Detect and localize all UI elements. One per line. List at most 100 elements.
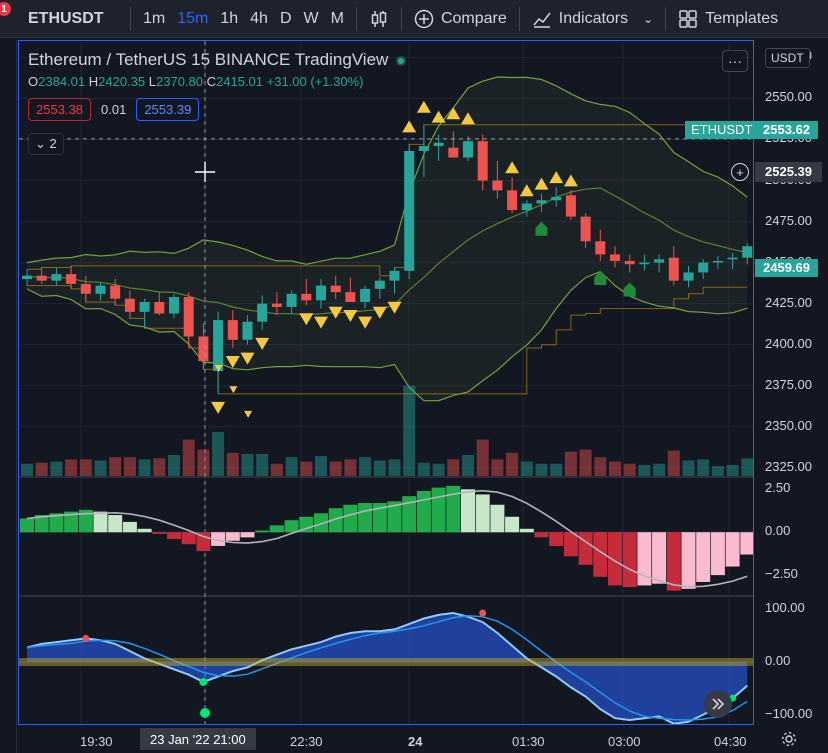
oscillator-tick: 2.50	[765, 480, 791, 496]
volume-bar	[432, 463, 445, 476]
candle-body	[580, 216, 591, 242]
candle-body	[727, 257, 738, 260]
volume-bar	[564, 451, 577, 476]
candle-body	[551, 196, 562, 201]
sell-button[interactable]: 2553.38	[28, 98, 91, 121]
price-tick: 2375.00	[765, 376, 812, 392]
buy-dot	[199, 677, 208, 686]
histogram-bar	[534, 532, 549, 538]
interval-M[interactable]: M	[325, 10, 350, 28]
change-value: +31.00 (+1.30%)	[266, 74, 364, 89]
gear-icon[interactable]	[780, 730, 798, 748]
templates-button[interactable]: Templates	[666, 0, 790, 37]
currency-button[interactable]: USDT	[765, 48, 810, 68]
crosshair-time-tag: 23 Jan '22 21:00	[140, 728, 256, 750]
wavetrend-tick: 100.00	[765, 599, 805, 615]
crosshair-cursor-icon	[195, 162, 215, 182]
candle-body	[169, 297, 179, 314]
alert-badge: 1	[0, 2, 11, 16]
volume-bar	[197, 449, 210, 476]
volume-bar	[403, 385, 416, 476]
candle-body	[345, 292, 356, 302]
volume-bar	[447, 459, 460, 476]
volume-bar	[388, 459, 401, 476]
buy-dot	[200, 708, 210, 718]
volume-bar	[579, 449, 592, 476]
add-alert-icon[interactable]: +	[731, 163, 749, 181]
volume-bar	[21, 463, 33, 476]
chevrons-right-icon[interactable]	[704, 690, 732, 718]
interval-4h[interactable]: 4h	[244, 10, 274, 28]
candle-body	[610, 254, 620, 261]
price-tick: 2425.00	[765, 294, 812, 310]
bollinger-band-fill	[27, 77, 748, 401]
candle-body	[183, 297, 194, 337]
plus-circle-icon	[414, 9, 434, 29]
cross-dot	[82, 634, 90, 642]
volume-bar	[79, 459, 92, 476]
price-tick: 2350.00	[765, 417, 812, 433]
chart-legend: Ethereum / TetherUS 15 BINANCE TradingVi…	[28, 50, 407, 70]
interval-1h[interactable]: 1h	[214, 10, 244, 28]
candle-body	[198, 336, 209, 362]
candle-body	[433, 142, 444, 147]
volume-bar	[520, 461, 533, 476]
histogram-bar	[490, 504, 505, 533]
histogram-bar	[358, 503, 373, 533]
interval-W[interactable]: W	[298, 10, 325, 28]
money-flow-band	[19, 658, 753, 666]
low-value: 2370.80	[156, 74, 203, 89]
price-tick: 2550.00	[765, 89, 812, 105]
candle-body	[154, 302, 165, 314]
chart-canvas[interactable]	[19, 41, 754, 725]
price-axis[interactable]: 2575.002550.002525.002500.002475.002450.…	[755, 40, 828, 725]
volume-bar	[462, 455, 474, 476]
histogram-bar	[740, 532, 753, 555]
interval-D[interactable]: D	[274, 10, 298, 28]
chart-title: Ethereum / TetherUS 15 BINANCE TradingVi…	[28, 50, 389, 69]
buy-button[interactable]: 2553.39	[136, 98, 200, 121]
candle-body	[404, 150, 415, 271]
volume-bar	[168, 455, 180, 476]
histogram-bar	[93, 511, 108, 533]
histogram-bar	[122, 521, 137, 533]
volume-bar	[638, 464, 651, 476]
histogram-bar	[681, 532, 696, 589]
volume-bar	[300, 461, 313, 476]
time-tick: 24	[408, 734, 423, 749]
chart-pane[interactable]	[18, 40, 754, 725]
ohlc-readout: O2384.01 H2420.35 L2370.80 C2415.01 +31.…	[28, 74, 364, 89]
histogram-bar	[284, 520, 299, 533]
high-value: 2420.35	[98, 74, 146, 89]
candle-body	[565, 195, 576, 217]
price-tick: 2475.00	[765, 212, 812, 228]
candle-body	[271, 303, 282, 307]
chevron-down-icon[interactable]: ⌄	[643, 12, 653, 26]
chart-type-button[interactable]	[357, 0, 401, 37]
candle-body	[463, 141, 473, 158]
histogram-bar	[431, 487, 446, 533]
compare-label: Compare	[440, 9, 507, 27]
more-icon[interactable]: ···	[722, 50, 748, 72]
compare-button[interactable]: Compare	[402, 0, 519, 37]
candle-body	[22, 275, 32, 280]
volume-bar	[697, 459, 710, 476]
histogram-bar	[255, 530, 270, 533]
price-tick: 2325.00	[765, 458, 812, 474]
collapse-indicators-button[interactable]: ⌄ 2	[28, 133, 64, 155]
histogram-bar	[725, 532, 740, 567]
interval-1m[interactable]: 1m	[137, 10, 171, 28]
histogram-bar	[152, 532, 167, 534]
interval-15m[interactable]: 15m	[171, 10, 214, 28]
histogram-bar	[167, 532, 181, 540]
last-price-tag: 2459.69	[755, 259, 818, 277]
histogram-bar	[108, 515, 123, 533]
volume-bar	[741, 458, 753, 476]
candle-body	[418, 146, 429, 151]
volume-bar	[123, 457, 136, 476]
volume-bar	[417, 462, 430, 476]
left-drawing-toolbar	[0, 40, 17, 753]
indicators-button[interactable]: Indicators ⌄	[520, 0, 665, 37]
wavetrend-tick: −100.00	[765, 706, 813, 722]
symbol-search-button[interactable]: 1 ETHUSDT	[0, 0, 130, 37]
